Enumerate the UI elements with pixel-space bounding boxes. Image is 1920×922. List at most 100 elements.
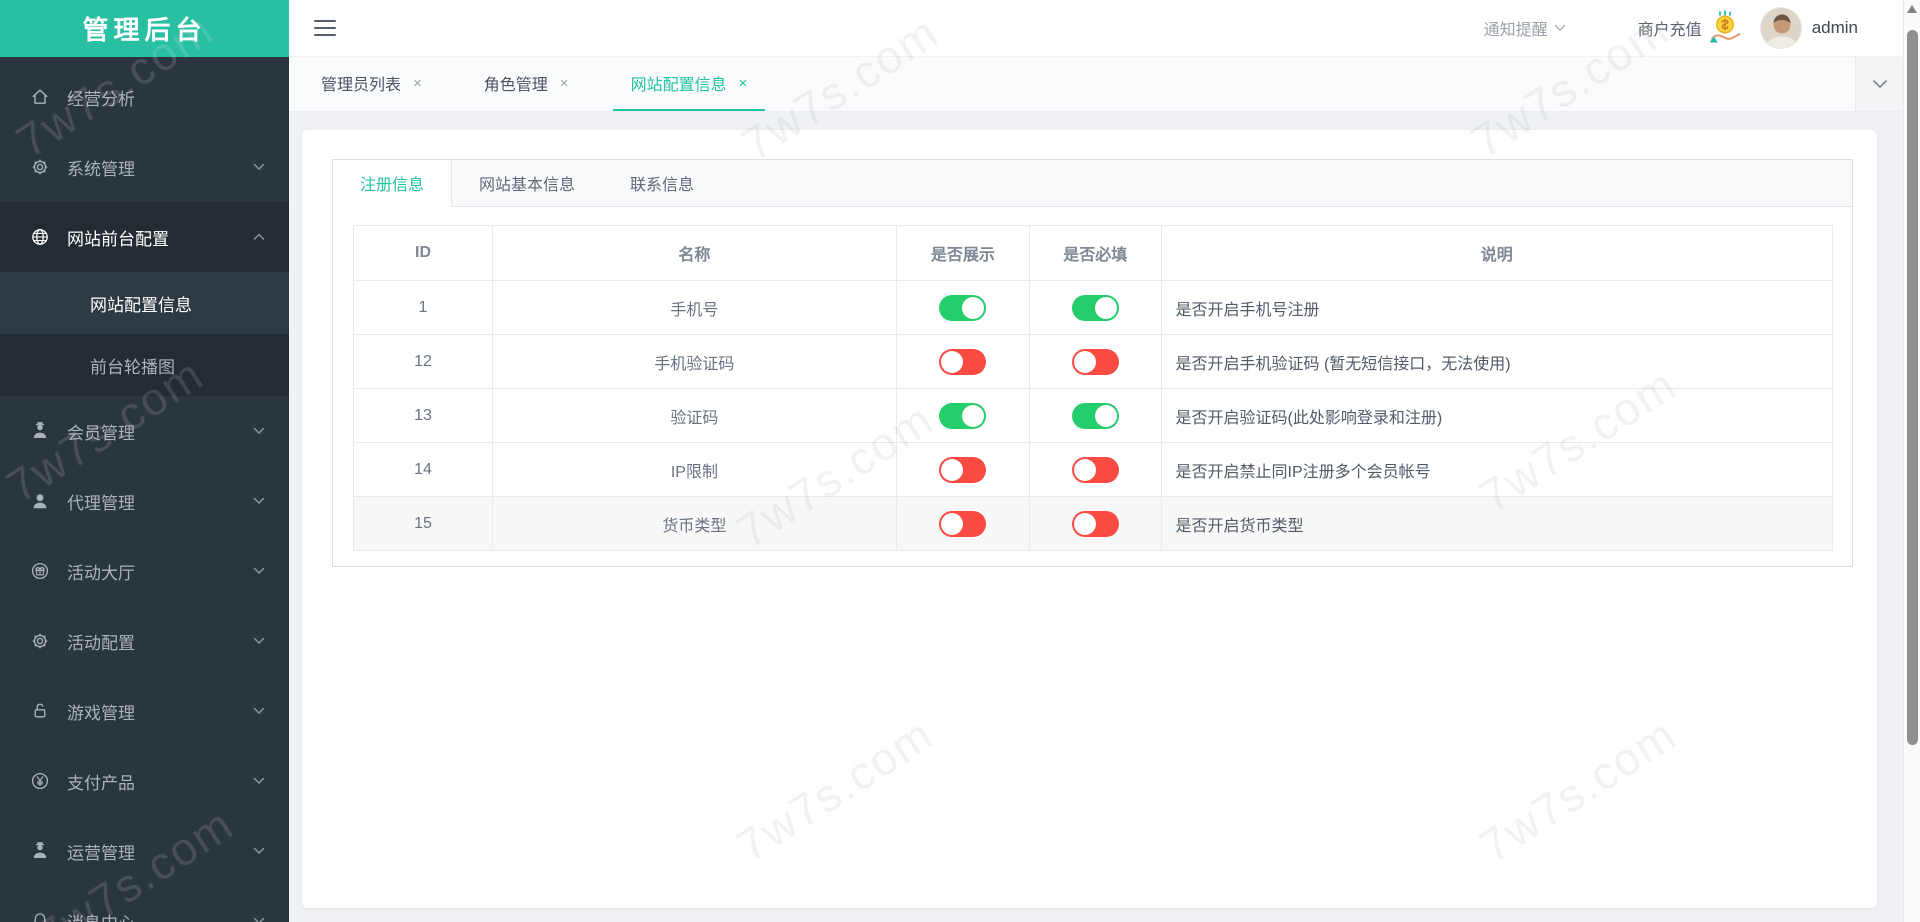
tab-overflow-button[interactable]	[1855, 57, 1903, 111]
tab-site-basic-info[interactable]: 网站基本信息	[452, 160, 603, 206]
sidebar-subitem-carousel[interactable]: 前台轮播图	[0, 334, 289, 396]
cell-description: 是否开启禁止同IP注册多个会员帐号	[1160, 442, 1834, 497]
user-icon	[30, 491, 50, 511]
page-tab-site-config-info[interactable]: 网站配置信息 ×	[612, 57, 766, 111]
table-row: 12 手机验证码 是否开启手机验证码 (暂无短信接口，无法使用)	[352, 334, 1834, 389]
table-row: 14 IP限制 是否开启禁止同IP注册多个会员帐号	[352, 442, 1834, 497]
required-toggle[interactable]	[1071, 402, 1119, 429]
tab-contact-info[interactable]: 联系信息	[603, 160, 722, 206]
sidebar-item-label: 经营分析	[67, 89, 135, 109]
sidebar-item-label: 运营管理	[67, 843, 135, 863]
required-toggle[interactable]	[1071, 510, 1119, 537]
col-header-required: 是否必填	[1028, 225, 1162, 281]
home-icon	[30, 87, 50, 107]
chevron-down-icon	[253, 917, 265, 922]
sidebar-item-label: 会员管理	[67, 423, 135, 443]
username[interactable]: admin	[1812, 18, 1858, 38]
sidebar-item-label: 系统管理	[67, 159, 135, 179]
app-title: 管理后台	[0, 0, 289, 57]
sidebar-item-label: 游戏管理	[67, 703, 135, 723]
cell-name: IP限制	[492, 442, 897, 497]
sidebar-item-label: 网站前台配置	[67, 229, 169, 249]
tab-register-info[interactable]: 注册信息	[333, 160, 453, 207]
show-toggle[interactable]	[939, 402, 987, 429]
sidebar-subitem-site-config-info[interactable]: 网站配置信息	[0, 272, 289, 334]
content-panel: 注册信息 网站基本信息 联系信息 ID 名称 是否展示 是否必填 说明 1 手机…	[302, 130, 1877, 908]
required-toggle[interactable]	[1071, 456, 1119, 483]
col-header-name: 名称	[492, 225, 897, 281]
sidebar-item-payment-products[interactable]: 支付产品	[0, 746, 289, 816]
sidebar-item-activity-hall[interactable]: 活动大厅	[0, 536, 289, 606]
scrollbar-thumb[interactable]	[1907, 30, 1918, 745]
show-toggle[interactable]	[939, 456, 987, 483]
cell-id: 15	[352, 496, 494, 551]
avatar[interactable]	[1759, 7, 1802, 49]
page-tab-role-management[interactable]: 角色管理 ×	[466, 57, 587, 111]
table-row: 1 手机号 是否开启手机号注册	[352, 280, 1834, 335]
coin-hand-icon	[1706, 9, 1744, 47]
notice-label: 通知提醒	[1483, 22, 1548, 39]
close-icon[interactable]: ×	[413, 75, 422, 92]
cell-name: 手机号	[492, 280, 897, 335]
sidebar-item-operation-management[interactable]: 运营管理	[0, 816, 289, 886]
sidebar-item-label: 支付产品	[67, 773, 135, 793]
topbar-right: 通知提醒 商户充值 admin	[1484, 7, 1858, 49]
gear-icon	[30, 157, 50, 177]
bell-icon	[30, 911, 50, 922]
chevron-down-icon	[253, 637, 265, 645]
scrollbar-up-arrow-icon[interactable]	[1907, 5, 1917, 13]
required-toggle[interactable]	[1071, 294, 1119, 321]
required-toggle[interactable]	[1071, 348, 1119, 375]
cell-name: 手机验证码	[492, 334, 897, 389]
sidebar-item-system-management[interactable]: 系统管理	[0, 132, 289, 202]
chevron-down-icon	[253, 427, 265, 435]
page-tab-bar: 管理员列表 × 角色管理 × 网站配置信息 ×	[289, 57, 1920, 112]
config-table: ID 名称 是否展示 是否必填 说明 1 手机号 是否开启手机号注册 12 手机…	[352, 225, 1834, 551]
sidebar-item-label: 活动配置	[67, 633, 135, 653]
user-tie-icon	[30, 841, 50, 861]
sidebar-item-activity-config[interactable]: 活动配置	[0, 606, 289, 676]
show-toggle[interactable]	[939, 294, 987, 321]
sidebar-item-game-management[interactable]: 游戏管理	[0, 676, 289, 746]
chevron-down-icon	[1554, 24, 1566, 32]
user-tie-icon	[30, 421, 50, 441]
merchant-recharge-button[interactable]: 商户充值	[1638, 9, 1760, 47]
sidebar-group-frontend-config: 网站前台配置 网站配置信息 前台轮播图	[0, 202, 289, 396]
sidebar-item-label: 活动大厅	[67, 563, 135, 583]
page-tab-label: 角色管理	[483, 77, 548, 94]
gift-icon	[30, 561, 50, 581]
yen-circle-icon	[30, 771, 50, 791]
table-row: 13 验证码 是否开启验证码(此处影响登录和注册)	[352, 388, 1834, 443]
chevron-down-icon	[253, 567, 265, 575]
cell-name: 验证码	[492, 388, 897, 443]
sidebar-item-agent-management[interactable]: 代理管理	[0, 466, 289, 536]
sidebar-item-message-center[interactable]: 消息中心	[0, 886, 289, 922]
cell-description: 是否开启手机号注册	[1160, 280, 1834, 335]
page-tab-admin-list[interactable]: 管理员列表 ×	[303, 57, 440, 111]
tab-label: 注册信息	[360, 177, 425, 194]
sidebar-subitem-label: 前台轮播图	[90, 357, 175, 377]
hamburger-icon[interactable]	[314, 20, 336, 36]
show-toggle[interactable]	[939, 510, 987, 537]
cell-id: 12	[352, 334, 494, 389]
sidebar-nav: 经营分析 系统管理 网站前台配置 网站配置信息 前台轮播图 会员管理 代理管理 …	[0, 57, 289, 922]
table-row: 15 货币类型 是否开启货币类型	[352, 496, 1834, 551]
table-header-row: ID 名称 是否展示 是否必填 说明	[352, 225, 1834, 281]
page-tab-label: 网站配置信息	[630, 77, 727, 94]
show-toggle[interactable]	[939, 348, 987, 375]
cell-description: 是否开启手机验证码 (暂无短信接口，无法使用)	[1160, 334, 1834, 389]
close-icon[interactable]: ×	[560, 75, 569, 92]
cell-id: 13	[352, 388, 494, 443]
sidebar-item-member-management[interactable]: 会员管理	[0, 396, 289, 466]
col-header-description: 说明	[1160, 225, 1834, 281]
content-area: 注册信息 网站基本信息 联系信息 ID 名称 是否展示 是否必填 说明 1 手机…	[289, 112, 1920, 922]
chevron-down-icon	[253, 847, 265, 855]
close-icon[interactable]: ×	[739, 75, 748, 92]
sidebar-item-label: 消息中心	[67, 909, 135, 922]
sidebar-item-frontend-config[interactable]: 网站前台配置	[0, 202, 289, 272]
scrollbar[interactable]	[1903, 0, 1920, 922]
lock-open-icon	[30, 701, 50, 721]
config-tab-strip: 注册信息 网站基本信息 联系信息	[333, 160, 1852, 207]
notice-dropdown[interactable]: 通知提醒	[1484, 16, 1566, 40]
sidebar-item-business-analysis[interactable]: 经营分析	[0, 62, 289, 132]
